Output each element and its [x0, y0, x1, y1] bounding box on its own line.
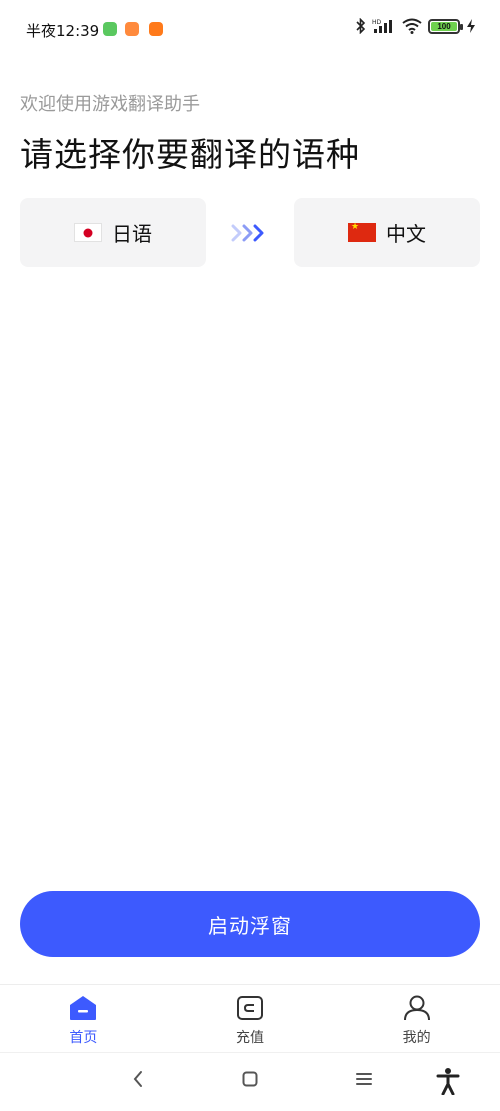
bottom-tab-bar: 首页 充值 我的 [0, 984, 500, 1052]
page-title: 请选择你要翻译的语种 [20, 135, 360, 174]
wifi-icon [402, 18, 422, 34]
battery-icon: 100 [428, 18, 463, 34]
wallet-icon [237, 996, 263, 1020]
tab-label: 充值 [236, 1030, 264, 1046]
bluetooth-icon [356, 18, 366, 34]
app-notification-icon [103, 22, 117, 36]
source-language-selector[interactable]: 日语 [20, 198, 206, 267]
source-language-label: 日语 [112, 222, 152, 246]
status-bar: 半夜12:39 HD 100 [0, 0, 500, 58]
hd-signal-icon: HD [372, 19, 392, 33]
tab-label: 首页 [69, 1030, 98, 1046]
japan-flag-icon [74, 223, 102, 242]
target-language-label: 中文 [386, 222, 426, 246]
tab-recharge[interactable]: 充值 [167, 985, 334, 1052]
back-icon[interactable] [131, 1069, 145, 1089]
tab-home[interactable]: 首页 [0, 985, 167, 1052]
app-notification-icon [149, 22, 163, 36]
svg-text:HD: HD [372, 19, 382, 26]
charging-icon [467, 19, 475, 33]
direction-arrows-icon [231, 224, 264, 242]
home-icon [70, 996, 97, 1020]
china-flag-icon [348, 222, 376, 242]
status-time: 半夜12:39 [26, 22, 100, 40]
accessibility-icon[interactable] [436, 1067, 460, 1095]
welcome-text: 欢迎使用游戏翻译助手 [20, 94, 200, 115]
system-navigation-bar [0, 1052, 500, 1111]
recents-icon[interactable] [355, 1069, 373, 1089]
app-notification-icon [125, 22, 139, 36]
start-floating-window-button[interactable]: 启动浮窗 [20, 891, 480, 957]
user-icon [403, 995, 430, 1021]
target-language-selector[interactable]: 中文 [294, 198, 480, 267]
tab-profile[interactable]: 我的 [333, 985, 500, 1052]
battery-level: 100 [431, 21, 457, 31]
home-nav-icon[interactable] [242, 1069, 258, 1089]
tab-label: 我的 [402, 1030, 431, 1046]
